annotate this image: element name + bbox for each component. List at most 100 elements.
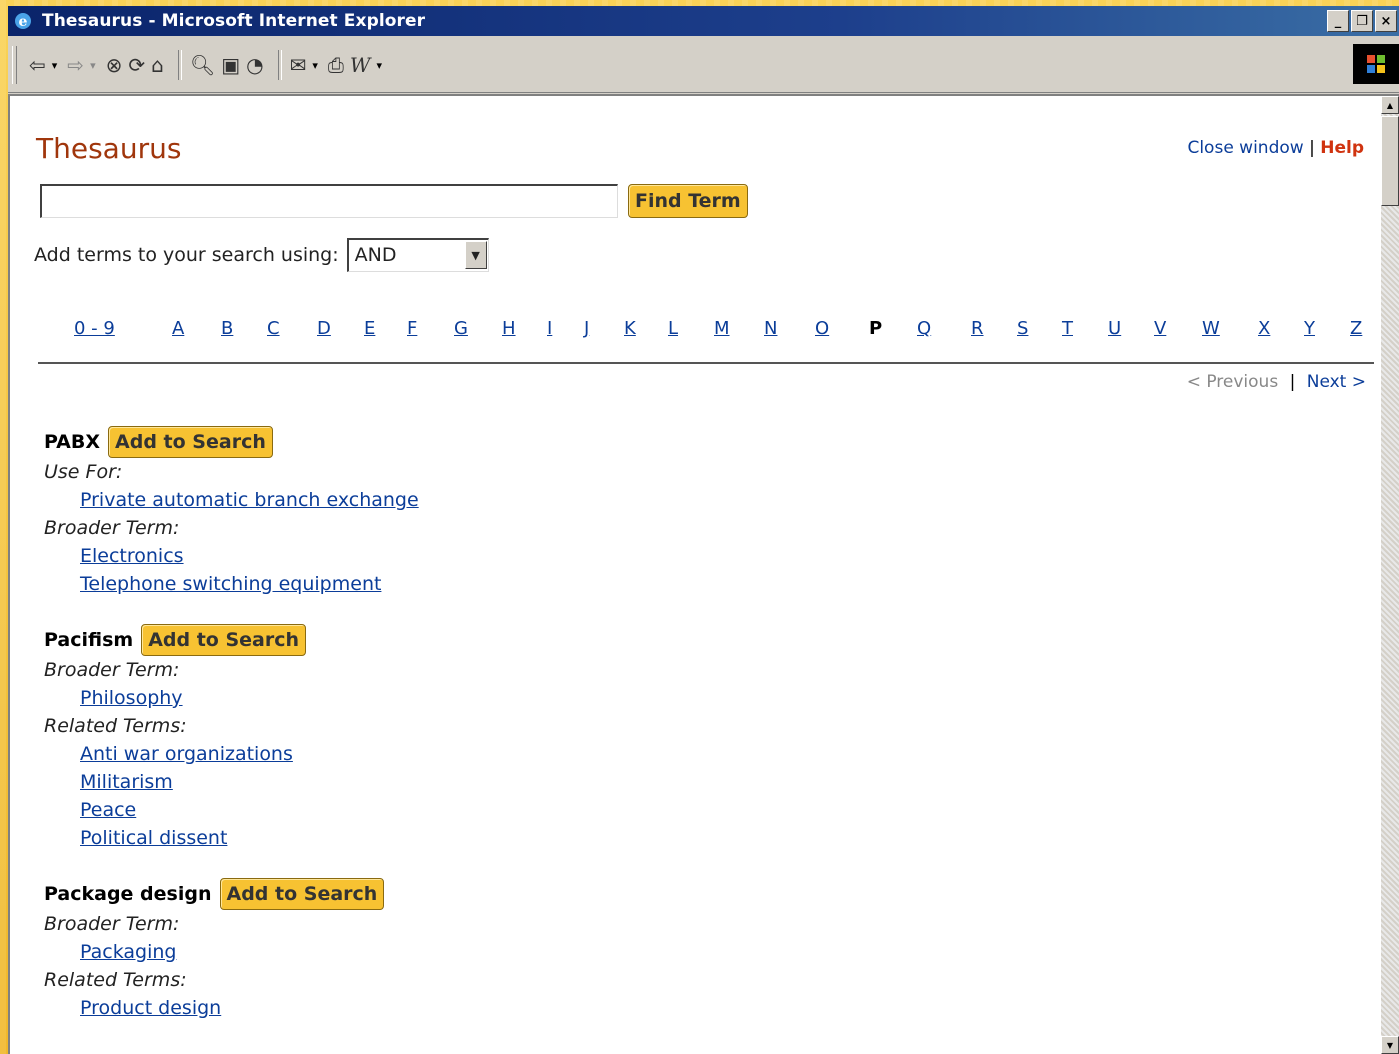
close-window-link[interactable]: Close window xyxy=(1187,138,1303,158)
alphabet-letter-u[interactable]: U xyxy=(1108,318,1121,339)
title-bar[interactable]: e Thesaurus - Microsoft Internet Explore… xyxy=(8,6,1399,36)
related-term-link[interactable]: Private automatic branch exchange xyxy=(80,486,1244,514)
alphabet-letter-d[interactable]: D xyxy=(317,318,331,339)
previous-link: < Previous xyxy=(1186,372,1279,392)
back-dropdown-icon[interactable]: ▾ xyxy=(52,59,58,72)
alphabet-letter-h[interactable]: H xyxy=(502,318,516,339)
alphabet-letter-l[interactable]: L xyxy=(668,318,678,339)
thesaurus-page: Thesaurus Close window | Help Find Term … xyxy=(34,96,1374,1054)
relation-label: Related Terms: xyxy=(44,715,187,737)
search-mode-label: Add terms to your search using: xyxy=(34,244,339,266)
alphabet-letter-a[interactable]: A xyxy=(172,318,184,339)
alphabet-letter-w[interactable]: W xyxy=(1202,318,1220,339)
page-viewport: Thesaurus Close window | Help Find Term … xyxy=(8,94,1399,1054)
search-icon[interactable]: 🔍︎ xyxy=(190,49,215,81)
term-name: PABX xyxy=(44,431,101,453)
alphabet-letter-e[interactable]: E xyxy=(364,318,375,339)
alphabet-letter-r[interactable]: R xyxy=(971,318,984,339)
minimize-icon[interactable]: _ xyxy=(1327,10,1349,32)
alphabet-letter-p: P xyxy=(869,318,883,339)
close-icon[interactable]: × xyxy=(1375,10,1397,32)
mail-icon[interactable]: ✉ xyxy=(290,49,307,81)
relation-label: Broader Term: xyxy=(44,659,180,681)
home-icon[interactable]: ⌂ xyxy=(151,49,164,81)
next-link[interactable]: Next > xyxy=(1307,372,1366,392)
maximize-icon[interactable]: ❐ xyxy=(1351,10,1373,32)
term-name: Package design xyxy=(44,883,212,905)
related-term-link[interactable]: Product design xyxy=(80,994,1244,1022)
alphabet-letter-q[interactable]: Q xyxy=(917,318,931,339)
alphabet-letter-b[interactable]: B xyxy=(221,318,233,339)
toolbar-separator xyxy=(277,50,282,80)
toolbar-separator xyxy=(177,50,182,80)
relation-label: Related Terms: xyxy=(44,969,187,991)
print-icon[interactable]: ⎙ xyxy=(328,49,344,81)
related-term-link[interactable]: Peace xyxy=(80,796,1244,824)
chevron-down-icon[interactable]: ▼ xyxy=(464,241,487,269)
window-controls: _ ❐ × xyxy=(1327,10,1397,32)
add-to-search-button[interactable]: Add to Search xyxy=(108,426,273,458)
divider xyxy=(38,362,1374,364)
add-to-search-button[interactable]: Add to Search xyxy=(141,624,307,656)
alphabet-letter-m[interactable]: M xyxy=(714,318,730,339)
alphabet-letter-f[interactable]: F xyxy=(407,318,417,339)
search-input[interactable] xyxy=(40,184,618,218)
link-separator: | xyxy=(1309,138,1315,158)
alphabet-letter-v[interactable]: V xyxy=(1154,318,1166,339)
term-header: Package design Add to Search xyxy=(44,878,1244,910)
browser-toolbar: ⇦ ▾ ⇨ ▾ ⊗ ⟳ ⌂ 🔍︎ ▣ ◔ ✉ ▾ ⎙ W ▾ xyxy=(8,38,1399,93)
forward-dropdown-icon[interactable]: ▾ xyxy=(90,59,96,72)
term-entry: Pacifism Add to Search Broader Term: Philos… xyxy=(44,624,1244,852)
search-mode-row: Add terms to your search using: AND ▼ xyxy=(34,238,489,272)
alphabet-letter-0-9[interactable]: 0 - 9 xyxy=(74,318,115,339)
forward-icon[interactable]: ⇨ xyxy=(67,49,84,81)
history-icon[interactable]: ◔ xyxy=(246,49,263,81)
related-term-link[interactable]: Militarism xyxy=(80,768,1244,796)
scroll-down-icon[interactable]: ▼ xyxy=(1381,1036,1399,1054)
related-term-link[interactable]: Political dissent xyxy=(80,824,1244,852)
related-term-link[interactable]: Packaging xyxy=(80,938,1244,966)
alphabet-letter-i[interactable]: I xyxy=(547,318,552,339)
scroll-thumb[interactable] xyxy=(1381,116,1399,206)
pager: < Previous | Next > xyxy=(1187,372,1366,392)
word-dropdown-icon[interactable]: ▾ xyxy=(376,59,382,72)
search-mode-value: AND xyxy=(354,244,397,266)
alphabet-letter-x[interactable]: X xyxy=(1258,318,1270,339)
pager-separator: | xyxy=(1289,372,1296,392)
favorites-icon[interactable]: ▣ xyxy=(221,49,240,81)
window-title: Thesaurus - Microsoft Internet Explorer xyxy=(42,11,426,31)
svg-text:e: e xyxy=(19,14,28,30)
toolbar-grip[interactable] xyxy=(12,46,17,84)
alphabet-letter-s[interactable]: S xyxy=(1017,318,1028,339)
refresh-icon[interactable]: ⟳ xyxy=(128,49,145,81)
word-icon[interactable]: W xyxy=(350,49,371,81)
alphabet-letter-o[interactable]: O xyxy=(815,318,829,339)
vertical-scrollbar[interactable]: ▲ ▼ xyxy=(1381,96,1399,1054)
alphabet-letter-c[interactable]: C xyxy=(267,318,280,339)
term-header: Pacifism Add to Search xyxy=(44,624,1244,656)
related-term-link[interactable]: Telephone switching equipment xyxy=(80,570,1244,598)
alphabet-letter-j[interactable]: J xyxy=(584,318,589,339)
alphabet-letter-k[interactable]: K xyxy=(624,318,636,339)
related-term-link[interactable]: Electronics xyxy=(80,542,1244,570)
stop-icon[interactable]: ⊗ xyxy=(106,49,123,81)
related-term-link[interactable]: Philosophy xyxy=(80,684,1244,712)
scroll-up-icon[interactable]: ▲ xyxy=(1381,96,1399,114)
alphabet-letter-g[interactable]: G xyxy=(454,318,468,339)
page-title: Thesaurus xyxy=(36,132,182,165)
top-links: Close window | Help xyxy=(1187,138,1364,158)
find-term-button[interactable]: Find Term xyxy=(628,184,748,218)
alphabet-letter-n[interactable]: N xyxy=(764,318,777,339)
alphabet-letter-z[interactable]: Z xyxy=(1350,318,1362,339)
alphabet-letter-y[interactable]: Y xyxy=(1304,318,1315,339)
search-mode-select[interactable]: AND ▼ xyxy=(346,238,489,272)
browser-window: e Thesaurus - Microsoft Internet Explore… xyxy=(8,6,1399,1054)
relation-label: Broader Term: xyxy=(44,517,180,539)
help-link[interactable]: Help xyxy=(1320,138,1364,158)
related-term-link[interactable]: Anti war organizations xyxy=(80,740,1244,768)
mail-dropdown-icon[interactable]: ▾ xyxy=(312,59,318,72)
back-icon[interactable]: ⇦ xyxy=(29,49,46,81)
alphabet-letter-t[interactable]: T xyxy=(1062,318,1073,339)
add-to-search-button[interactable]: Add to Search xyxy=(219,878,385,910)
term-header: PABX Add to Search xyxy=(44,426,1244,458)
